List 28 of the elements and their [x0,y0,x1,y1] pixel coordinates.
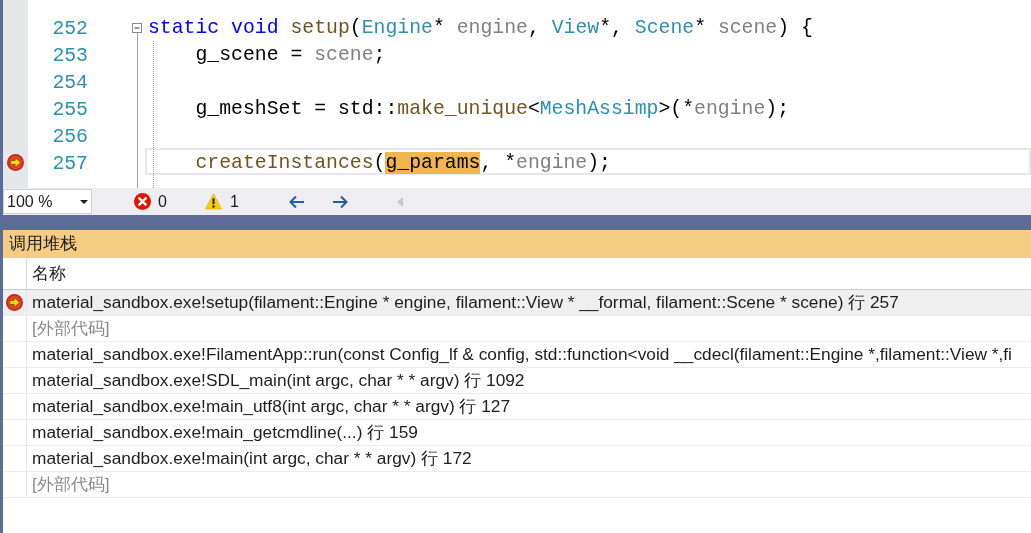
call-stack-row[interactable]: [外部代码] [3,316,1031,342]
warning-icon [204,193,222,210]
right-arrow-icon[interactable] [330,193,349,210]
call-stack-row[interactable]: material_sandbox.exe!FilamentApp::run(const Config_lf & config, std::function<void __cdecl(filament::Engine *,filament::View *,fi [3,342,1031,368]
line-number: 255 [52,98,88,122]
code-line: g_scene = scene; [194,42,387,67]
call-stack-row[interactable]: material_sandbox.exe!SDL_main(int argc, char * * argv) 行 1092 [3,368,1031,394]
call-stack-row[interactable]: material_sandbox.exe!main_utf8(int argc, char * * argv) 行 127 [3,394,1031,420]
call-stack-row[interactable]: material_sandbox.exe!main(int argc, char * * argv) 行 172 [3,446,1031,472]
code-line: g_meshSet = std::make_unique<MeshAssimp>(*engine); [194,96,791,121]
error-icon [134,193,151,210]
call-stack-row[interactable]: material_sandbox.exe!main_getcmdline(...) 行 159 [3,420,1031,446]
collapse-icon[interactable] [132,22,142,33]
caret-icon [80,199,88,204]
zoom-dropdown[interactable]: 100 % [3,189,92,214]
column-header[interactable]: 名称 [27,258,1031,289]
call-stack-row[interactable]: [外部代码] [3,472,1031,498]
error-count-button[interactable]: 0 [134,189,167,214]
line-number: 253 [52,44,88,68]
panel-title: 调用堆栈 [9,233,77,256]
line-number: 254 [52,71,88,95]
line-number: 252 [52,17,88,41]
left-arrow-icon[interactable] [287,193,306,210]
line-number: 256 [52,125,88,149]
line-number: 257 [52,152,88,176]
warning-count-button[interactable]: 1 [204,189,239,214]
code-line: static void setup(Engine* engine, View*, Scene* scene) { [147,15,814,40]
call-stack-row[interactable]: material_sandbox.exe!setup(filament::Engine * engine, filament::View * __formal, filament::Scene * scene) 行 257 [3,290,1031,316]
